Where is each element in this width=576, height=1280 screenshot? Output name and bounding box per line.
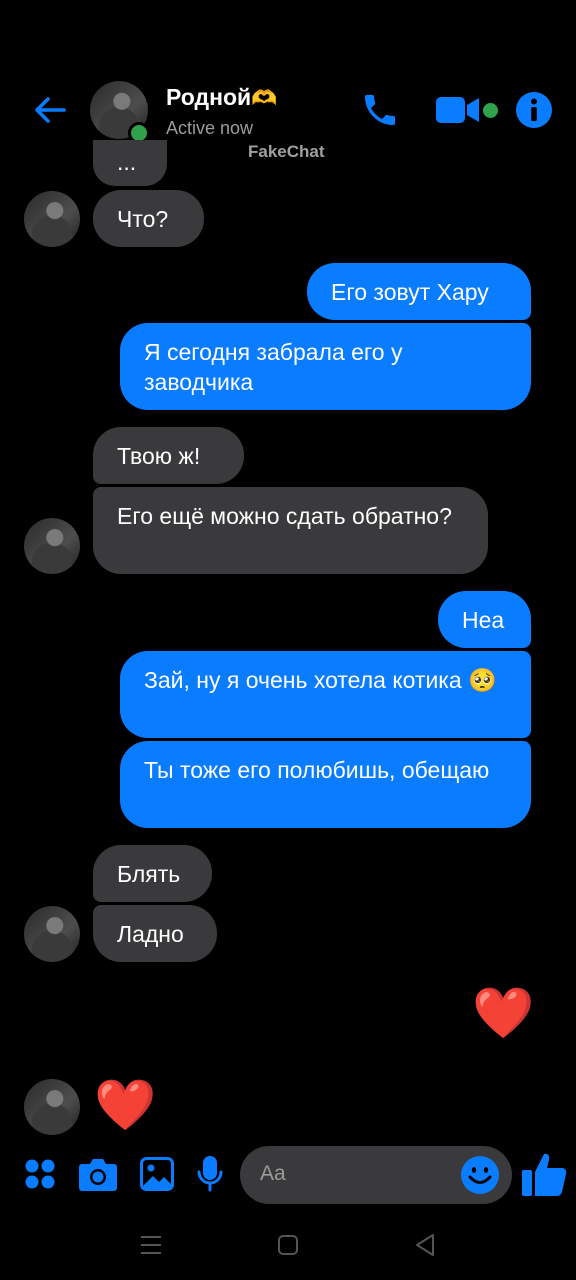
watermark: FakeChat xyxy=(248,142,325,161)
gallery-icon[interactable] xyxy=(140,1157,174,1191)
emoji-smiley-icon[interactable] xyxy=(460,1155,500,1195)
nav-menu-icon[interactable] xyxy=(140,1234,162,1256)
message-bubble-incoming[interactable]: Ладно xyxy=(93,905,217,962)
apps-grid-icon[interactable] xyxy=(24,1158,56,1190)
contact-name[interactable]: Родной🫶 xyxy=(166,84,277,111)
nav-home-icon[interactable] xyxy=(277,1234,299,1256)
message-bubble-incoming[interactable]: ... xyxy=(93,140,167,186)
pleading-face-emoji: 🥺 xyxy=(468,667,497,693)
nav-back-icon[interactable] xyxy=(414,1233,436,1257)
message-bubble-outgoing[interactable]: Зай, ну я очень хотела котика 🥺 xyxy=(120,651,531,738)
message-avatar[interactable] xyxy=(24,1079,80,1135)
thumbs-up-icon[interactable] xyxy=(520,1150,568,1198)
message-input-placeholder: Aa xyxy=(260,1162,286,1185)
message-avatar[interactable] xyxy=(24,518,80,574)
message-bubble-outgoing[interactable]: Неа xyxy=(438,591,531,648)
video-camera-icon[interactable] xyxy=(436,95,480,125)
message-bubble-incoming[interactable]: Что? xyxy=(93,190,204,247)
video-active-dot xyxy=(483,103,498,118)
message-bubble-outgoing[interactable]: Ты тоже его полюбишь, обещаю xyxy=(120,741,531,828)
message-avatar[interactable] xyxy=(24,191,80,247)
info-icon[interactable] xyxy=(515,91,553,129)
microphone-icon[interactable] xyxy=(196,1155,224,1193)
active-status: Active now xyxy=(166,118,254,138)
message-bubble-outgoing[interactable]: Я сегодня забрала его у заводчика xyxy=(120,323,531,410)
camera-icon[interactable] xyxy=(78,1156,118,1192)
message-avatar[interactable] xyxy=(24,906,80,962)
message-bubble-outgoing[interactable]: Его зовут Хару xyxy=(307,263,531,320)
message-bubble-incoming[interactable]: Твою ж! xyxy=(93,427,244,484)
heart-hands-emoji: 🫶 xyxy=(251,87,278,110)
heart-emoji-message-incoming[interactable]: ❤️ xyxy=(94,1080,156,1130)
heart-emoji-message-outgoing[interactable]: ❤️ xyxy=(472,988,534,1038)
message-bubble-incoming[interactable]: Его ещё можно сдать обратно? xyxy=(93,487,488,574)
message-bubble-incoming[interactable]: Блять xyxy=(93,845,212,902)
back-arrow-icon[interactable] xyxy=(30,90,70,130)
phone-icon[interactable] xyxy=(360,90,400,130)
